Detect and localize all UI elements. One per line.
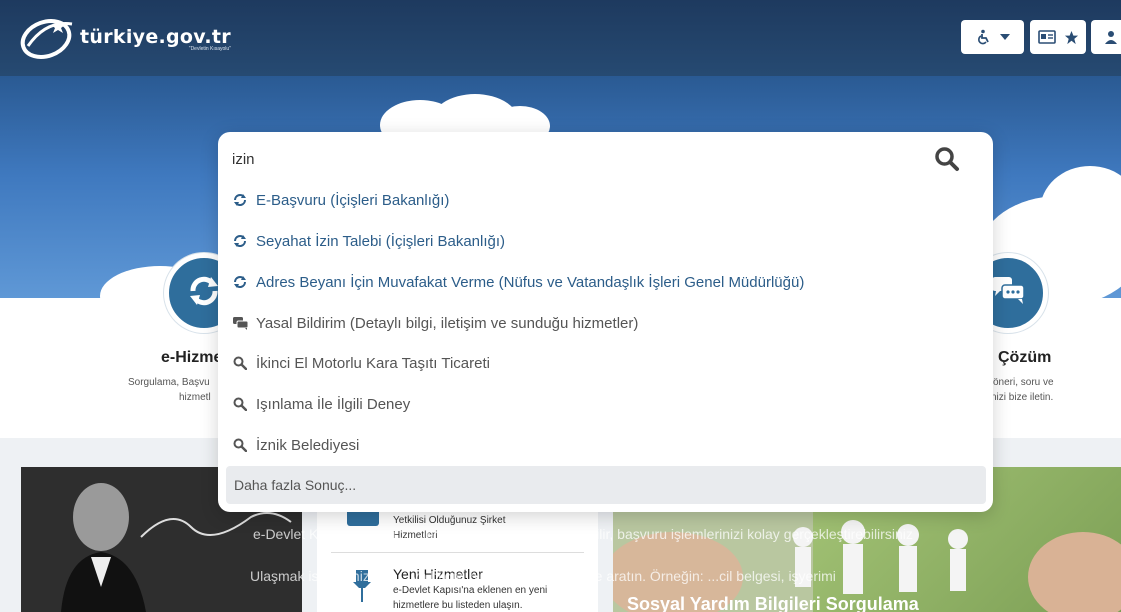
divider (331, 552, 584, 553)
search-suggestion-label: Seyahat İzin Talebi (İçişleri Bakanlığı) (256, 232, 506, 250)
search-suggestion[interactable]: Adres Beyanı İçin Muvafakat Verme (Nüfus… (232, 270, 804, 294)
refresh-icon (232, 192, 248, 208)
site-logo[interactable]: türkiye.gov.tr "Devletin Kısayolu" (18, 12, 231, 62)
intro-overlay-text: Ulaşmak istediğiniz hi... ...ya bilgiyi … (250, 568, 836, 584)
new-services-text: e-Devlet Kapısı'na eklenen en yeni (393, 585, 548, 596)
search-suggestion[interactable]: İznik Belediyesi (232, 433, 359, 457)
search-suggestion[interactable]: İkinci El Motorlu Kara Taşıtı Ticareti (232, 351, 490, 375)
chat-bubbles-icon (990, 275, 1026, 312)
e-services-text: hizmetl (179, 392, 211, 403)
logo-subtitle: "Devletin Kısayolu" (188, 46, 231, 52)
top-header: türkiye.gov.tr "Devletin Kısayolu" (0, 0, 1121, 76)
solution-text: öneri, soru ve (993, 377, 1054, 388)
search-suggestion[interactable]: Işınlama İle İlgili Deney (232, 392, 410, 416)
logo-title: türkiye.gov.tr (80, 26, 231, 48)
search-icon (232, 355, 248, 371)
accessibility-button[interactable] (961, 20, 1024, 54)
search-suggestion-label: İznik Belediyesi (256, 436, 360, 454)
search-suggestion-label: Işınlama İle İlgili Deney (256, 395, 411, 413)
e-services-text: Sorgulama, Başvu (128, 377, 210, 388)
search-icon (232, 437, 248, 453)
search-suggestion-label: İkinci El Motorlu Kara Taşıtı Ticareti (256, 354, 490, 372)
solution-text: nizi bize iletin. (991, 392, 1054, 403)
chat-icon (232, 315, 248, 331)
user-login-button[interactable] (1091, 20, 1121, 54)
search-suggestion-label: E-Başvuru (İçişleri Bakanlığı) (256, 191, 450, 209)
logo-swoosh-icon (18, 12, 78, 62)
caret-down-icon (999, 33, 1010, 41)
search-suggestion[interactable]: Yasal Bildirim (Detaylı bilgi, iletişim … (232, 311, 638, 335)
new-services-text: hizmetlere bu listeden ulaşın. (393, 600, 523, 611)
id-card-icon (1037, 30, 1056, 44)
search-icon (934, 147, 960, 176)
more-results-button[interactable]: Daha fazla Sonuç... (226, 466, 986, 504)
search-suggestion-label: Adres Beyanı İçin Muvafakat Verme (Nüfus… (256, 273, 805, 291)
refresh-icon (232, 274, 248, 290)
refresh-icon (232, 233, 248, 249)
search-suggestion-label: Yasal Bildirim (Detaylı bilgi, iletişim … (256, 314, 639, 332)
star-icon (1064, 30, 1079, 45)
wheelchair-icon (976, 29, 992, 45)
search-suggestion[interactable]: E-Başvuru (İçişleri Bakanlığı) (232, 188, 449, 212)
user-icon (1105, 30, 1117, 44)
search-input[interactable] (232, 146, 922, 172)
e-services-title: e-Hizme (161, 349, 223, 366)
search-icon (232, 396, 248, 412)
search-panel: E-Başvuru (İçişleri Bakanlığı) Seyahat İz… (218, 132, 993, 512)
id-favorites-button[interactable] (1030, 20, 1086, 54)
search-suggestion[interactable]: Seyahat İzin Talebi (İçişleri Bakanlığı) (232, 229, 505, 253)
intro-overlay-text: e-Devlet Kapısı ile bilgi... ...lerinize… (253, 526, 913, 542)
more-results-label: Daha fazla Sonuç... (234, 477, 357, 493)
search-button[interactable] (934, 146, 962, 174)
solution-title: Çözüm (998, 349, 1052, 366)
social-aid-title: Sosyal Yardım Bilgileri Sorgulama (627, 594, 919, 612)
